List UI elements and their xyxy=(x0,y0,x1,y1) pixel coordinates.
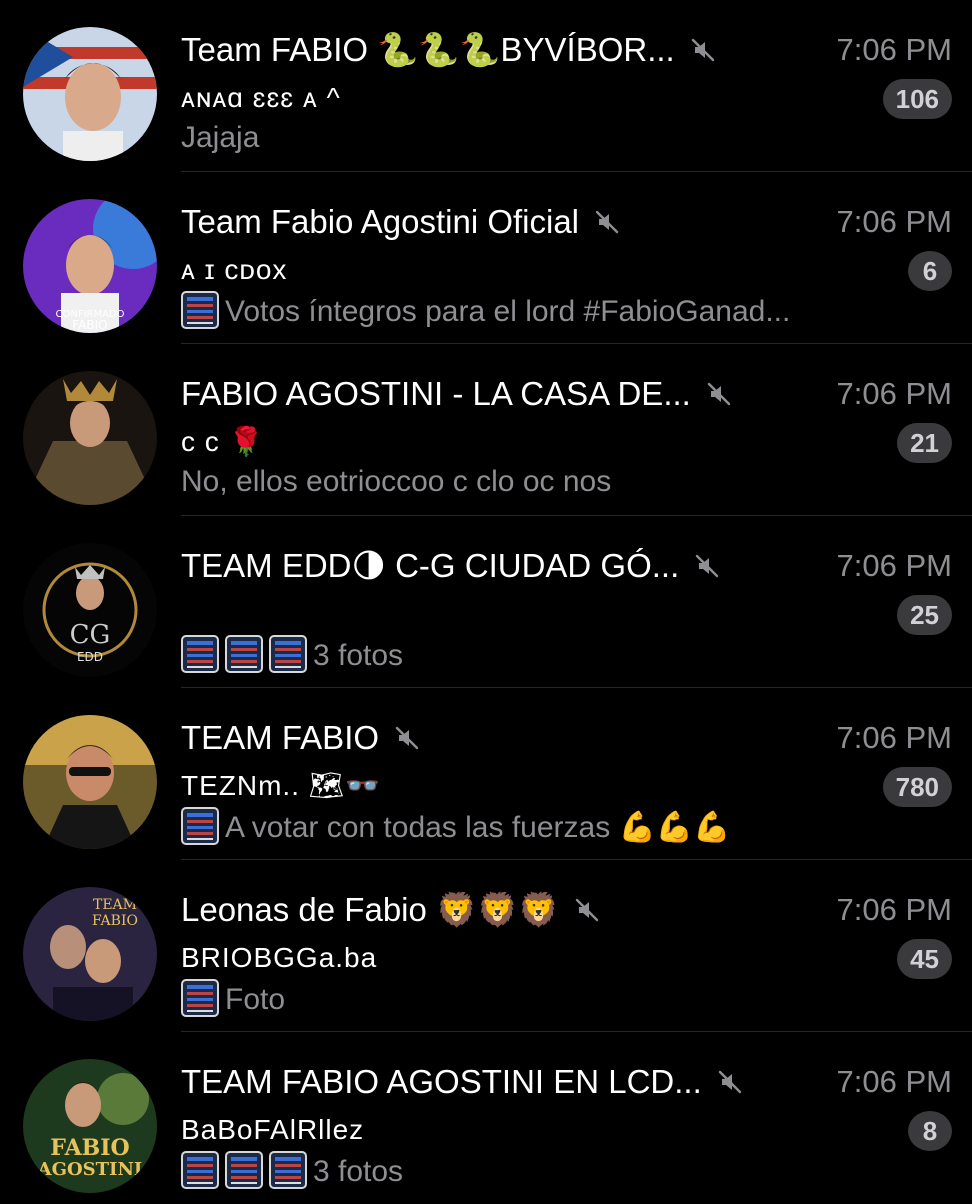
photo-thumbnail-icon xyxy=(181,635,219,673)
avatar xyxy=(23,715,157,849)
chat-row[interactable]: CONFIRMADO FABIO Team Fabio Agostini Ofic… xyxy=(0,172,972,344)
svg-text:FABIO: FABIO xyxy=(50,1135,129,1161)
avatar xyxy=(23,371,157,505)
photo-thumbnail-icon xyxy=(181,291,219,329)
chat-preview: A votar con todas las fuerzas 💪💪💪 xyxy=(181,807,901,847)
chat-time: 7:06 PM xyxy=(836,548,952,583)
chat-title: TEAM FABIO xyxy=(181,718,811,758)
mute-icon xyxy=(716,1068,744,1096)
mute-icon xyxy=(689,36,717,64)
chat-sender: BaBoFAlRllez xyxy=(181,1114,365,1145)
unread-badge: 25 xyxy=(897,595,952,635)
chat-preview: No, ellos eotrioccoo c clo oc nos xyxy=(181,465,612,498)
unread-badge: 106 xyxy=(882,79,952,119)
mute-icon xyxy=(705,380,733,408)
chat-sender: BRIOBGGa.ba xyxy=(181,942,378,973)
avatar: FABIO AGOSTINI xyxy=(23,1059,157,1193)
chat-preview: Foto xyxy=(181,979,901,1019)
chat-time: 7:06 PM xyxy=(836,376,952,411)
photo-thumbnail-icon xyxy=(225,635,263,673)
chat-preview: Votos íntegros para el lord #FabioGanad.… xyxy=(181,291,901,331)
unread-badge: 780 xyxy=(882,767,952,807)
avatar: TEAM FABIO xyxy=(23,887,157,1021)
mute-icon xyxy=(393,724,421,752)
chat-row[interactable]: Team FABIO 🐍🐍🐍BYVÍBOR... 7:06 PM ᴀɴᴀɑ ɛɛ… xyxy=(0,0,972,172)
chat-row[interactable]: FABIO AGOSTINI TEAM FABIO AGOSTINI EN LCD… xyxy=(0,1032,972,1204)
chat-title: Team Fabio Agostini Oficial xyxy=(181,202,811,242)
photo-thumbnail-icon xyxy=(269,1151,307,1189)
avatar: CONFIRMADO FABIO xyxy=(23,199,157,333)
mute-icon xyxy=(593,208,621,236)
photo-thumbnail-icon xyxy=(181,807,219,845)
chat-title: FABIO AGOSTINI - LA CASA DE... xyxy=(181,374,811,414)
unread-badge: 6 xyxy=(908,251,952,291)
chat-title: Team FABIO 🐍🐍🐍BYVÍBOR... xyxy=(181,30,811,70)
chat-time: 7:06 PM xyxy=(836,720,952,755)
chat-preview: 3 fotos xyxy=(181,635,901,675)
svg-text:FABIO: FABIO xyxy=(72,318,107,332)
avatar xyxy=(23,27,157,161)
svg-text:FABIO: FABIO xyxy=(92,913,138,929)
photo-thumbnail-icon xyxy=(225,1151,263,1189)
chat-time: 7:06 PM xyxy=(836,204,952,239)
svg-text:CG: CG xyxy=(70,620,111,650)
chat-time: 7:06 PM xyxy=(836,1064,952,1099)
photo-thumbnail-icon xyxy=(269,635,307,673)
chat-title: TEAM EDD🌗 C-G CIUDAD GÓ... xyxy=(181,546,811,586)
chat-time: 7:06 PM xyxy=(836,892,952,927)
chat-sender: TEZNm.. 🗺👓 xyxy=(181,770,382,801)
mute-icon xyxy=(573,896,601,924)
chat-sender: ᴀɴᴀɑ ɛɛɛ ᴀ ^ xyxy=(181,82,341,113)
svg-text:TEAM: TEAM xyxy=(93,897,137,913)
chat-row[interactable]: TEAM FABIO Leonas de Fabio 🦁🦁🦁 7:06 PM BR… xyxy=(0,860,972,1032)
mute-icon xyxy=(693,552,721,580)
chat-title: TEAM FABIO AGOSTINI EN LCD... xyxy=(181,1062,811,1102)
unread-badge: 21 xyxy=(897,423,952,463)
avatar: CG EDD xyxy=(23,543,157,677)
chat-row[interactable]: TEAM FABIO 7:06 PM TEZNm.. 🗺👓 A votar co… xyxy=(0,688,972,860)
svg-text:EDD: EDD xyxy=(77,650,103,664)
chat-preview: 3 fotos xyxy=(181,1151,901,1191)
chat-time: 7:06 PM xyxy=(836,32,952,67)
chat-preview: Jajaja xyxy=(181,121,260,154)
chat-sender: ᴀ ɪ ᴄᴅᴏx xyxy=(181,254,288,285)
photo-thumbnail-icon xyxy=(181,1151,219,1189)
photo-thumbnail-icon xyxy=(181,979,219,1017)
chat-title: Leonas de Fabio 🦁🦁🦁 xyxy=(181,890,811,930)
chat-row[interactable]: CG EDD TEAM EDD🌗 C-G CIUDAD GÓ... 7:06 PM… xyxy=(0,516,972,688)
chat-sender: ᴄ ᴄ 🌹 xyxy=(181,426,265,457)
unread-badge: 8 xyxy=(908,1111,952,1151)
unread-badge: 45 xyxy=(897,939,952,979)
svg-text:AGOSTINI: AGOSTINI xyxy=(37,1159,143,1180)
chat-row[interactable]: FABIO AGOSTINI - LA CASA DE... 7:06 PM ᴄ… xyxy=(0,344,972,516)
